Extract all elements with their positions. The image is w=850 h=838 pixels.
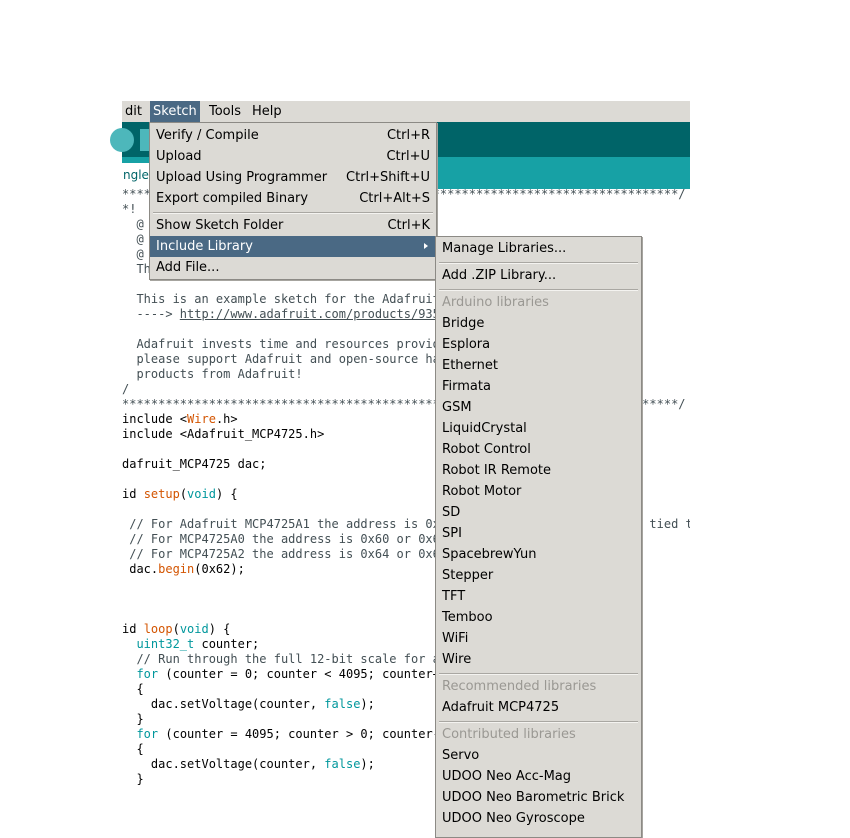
library-item[interactable]: Adafruit MCP4725 — [436, 697, 641, 718]
menu-item-include-library[interactable]: Include Library — [150, 236, 436, 257]
menu-item-label: Show Sketch Folder — [156, 218, 284, 233]
library-item[interactable]: GSM — [436, 397, 641, 418]
menu-item-upload-using-programmer[interactable]: Upload Using Programmer Ctrl+Shift+U — [150, 167, 436, 188]
upload-icon[interactable] — [110, 128, 134, 152]
library-item[interactable]: UDOO Neo Barometric Brick — [436, 787, 641, 808]
sketch-menu: Verify / Compile Ctrl+R Upload Ctrl+U Up… — [149, 122, 437, 280]
section-header-contributed-libraries: Contributed libraries — [442, 727, 576, 742]
menu-item-label: Upload Using Programmer — [156, 170, 328, 185]
menu-separator — [439, 289, 638, 291]
menu-item-label: Verify / Compile — [156, 128, 259, 143]
library-item[interactable]: Wire — [436, 649, 641, 670]
menu-item-shortcut: Ctrl+Shift+U — [346, 170, 430, 185]
menu-separator — [153, 212, 433, 214]
library-item[interactable]: LiquidCrystal — [436, 418, 641, 439]
menu-edit[interactable]: dit — [122, 101, 145, 122]
library-item[interactable]: Robot IR Remote — [436, 460, 641, 481]
library-item[interactable]: Robot Motor — [436, 481, 641, 502]
library-item[interactable]: WiFi — [436, 628, 641, 649]
menu-item-shortcut: Ctrl+K — [387, 218, 430, 233]
include-library-submenu: Manage Libraries... Add .ZIP Library... … — [435, 236, 642, 838]
library-item[interactable]: Stepper — [436, 565, 641, 586]
library-item[interactable]: Robot Control — [436, 439, 641, 460]
menu-tools[interactable]: Tools — [206, 101, 244, 122]
library-item[interactable]: SD — [436, 502, 641, 523]
menu-item-label: Export compiled Binary — [156, 191, 309, 206]
menu-help[interactable]: Help — [249, 101, 285, 122]
menu-item-shortcut: Ctrl+R — [386, 128, 430, 143]
menu-item-manage-libraries[interactable]: Manage Libraries... — [436, 238, 641, 259]
menu-item-shortcut: Ctrl+U — [386, 149, 430, 164]
menu-separator — [439, 721, 638, 723]
menu-item-shortcut: Ctrl+Alt+S — [359, 191, 430, 206]
menu-item-upload[interactable]: Upload Ctrl+U — [150, 146, 436, 167]
library-item[interactable]: TFT — [436, 586, 641, 607]
library-item[interactable]: Ethernet — [436, 355, 641, 376]
menu-item-label: Include Library — [156, 239, 253, 254]
library-item[interactable]: Esplora — [436, 334, 641, 355]
section-header-arduino-libraries: Arduino libraries — [442, 295, 549, 310]
library-item[interactable]: SPI — [436, 523, 641, 544]
menu-item-label: Add File... — [156, 260, 220, 275]
library-item[interactable]: Temboo — [436, 607, 641, 628]
menu-item-verify-compile[interactable]: Verify / Compile Ctrl+R — [150, 125, 436, 146]
library-item[interactable]: Firmata — [436, 376, 641, 397]
menu-separator — [439, 673, 638, 675]
arduino-ide-window: dit Sketch Tools Help ngle *************… — [0, 0, 850, 838]
menu-item-export-binary[interactable]: Export compiled Binary Ctrl+Alt+S — [150, 188, 436, 209]
menu-item-show-sketch-folder[interactable]: Show Sketch Folder Ctrl+K — [150, 215, 436, 236]
menu-separator — [439, 262, 638, 264]
library-item[interactable]: UDOO Neo Gyroscope — [436, 808, 641, 829]
library-item[interactable]: SpacebrewYun — [436, 544, 641, 565]
library-item[interactable]: UDOO Neo Acc-Mag — [436, 766, 641, 787]
menu-sketch[interactable]: Sketch — [150, 101, 200, 122]
library-item[interactable]: Bridge — [436, 313, 641, 334]
menu-item-add-file[interactable]: Add File... — [150, 257, 436, 278]
submenu-arrow-icon — [424, 243, 428, 249]
menu-bar: dit Sketch Tools Help — [122, 101, 690, 123]
section-header-recommended-libraries: Recommended libraries — [442, 679, 597, 694]
menu-item-add-zip-library[interactable]: Add .ZIP Library... — [436, 265, 641, 286]
menu-item-label: Upload — [156, 149, 202, 164]
library-item[interactable]: Servo — [436, 745, 641, 766]
